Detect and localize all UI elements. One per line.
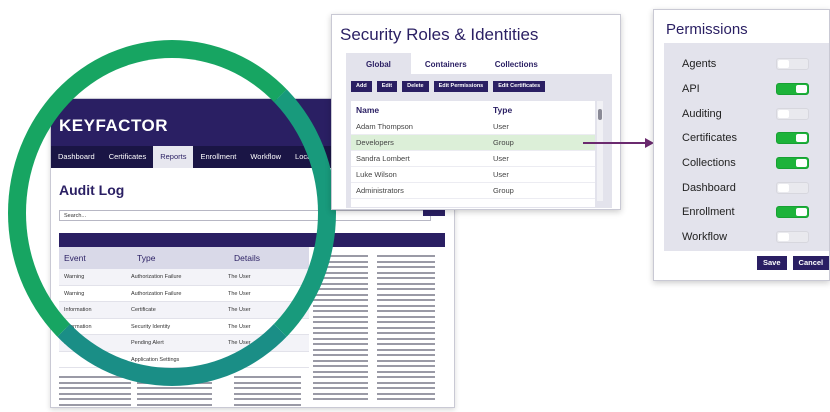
name-cell: Sandra Lombert	[356, 154, 410, 163]
roles-panel: Add Edit Delete Edit Permissions Edit Ce…	[346, 74, 612, 208]
name-cell: Adam Thompson	[356, 122, 413, 131]
type-cell: Group	[493, 186, 514, 195]
permission-row-workflow: Workflow	[664, 225, 829, 250]
collections-toggle[interactable]	[776, 157, 809, 170]
permission-row-enrollment: Enrollment	[664, 200, 829, 225]
roles-toolbar: Add Edit Delete Edit Permissions Edit Ce…	[351, 81, 546, 92]
permission-label: Enrollment	[682, 206, 735, 219]
table-row[interactable]: Administrators Group	[351, 183, 595, 199]
save-button[interactable]: Save	[757, 256, 787, 270]
name-cell: Developers	[356, 138, 394, 147]
placeholder-lines-left	[59, 376, 131, 407]
cancel-button[interactable]: Cancel	[792, 256, 829, 270]
column-type[interactable]: Type	[493, 101, 583, 119]
permissions-window: Permissions Agents API Auditing Certific…	[653, 9, 830, 281]
type-cell: User	[493, 122, 509, 131]
agents-toggle[interactable]	[776, 58, 809, 71]
permission-label: Dashboard	[682, 181, 736, 194]
permission-label: Collections	[682, 157, 736, 170]
scroll-thumb[interactable]	[598, 109, 602, 120]
type-cell: User	[493, 154, 509, 163]
search-button[interactable]	[423, 209, 445, 216]
connector-arrow-line	[583, 142, 645, 144]
table-row[interactable]: Sandra Lombert User	[351, 151, 595, 167]
delete-button[interactable]: Delete	[402, 81, 429, 92]
window-title: Security Roles & Identities	[340, 25, 539, 44]
column-name[interactable]: Name	[351, 101, 493, 119]
table-row[interactable]: Luke Wilson User	[351, 167, 595, 183]
name-cell: Luke Wilson	[356, 170, 397, 179]
tab-containers[interactable]: Containers	[411, 53, 481, 74]
type-cell: Group	[493, 138, 514, 147]
permission-row-collections: Collections	[664, 151, 829, 176]
tab-global[interactable]: Global	[346, 53, 411, 74]
permission-label: Agents	[682, 58, 717, 71]
roles-scrollbar[interactable]	[597, 101, 603, 201]
add-button[interactable]: Add	[351, 81, 372, 92]
permission-label: Certificates	[682, 132, 738, 145]
permissions-actions: Save Cancel	[757, 256, 829, 270]
permission-row-dashboard: Dashboard	[664, 175, 829, 200]
enrollment-toggle[interactable]	[776, 206, 809, 219]
type-cell: User	[493, 170, 509, 179]
name-cell: Administrators	[356, 186, 404, 195]
dashboard-toggle[interactable]	[776, 181, 809, 194]
highlight-ring	[8, 40, 336, 386]
roles-table-header: Name Type	[351, 101, 595, 119]
permission-row-api: API	[664, 77, 829, 102]
permissions-list: Agents API Auditing Certificates Collect…	[664, 43, 829, 251]
placeholder-lines-details	[234, 376, 301, 407]
edit-button[interactable]: Edit	[376, 81, 398, 92]
table-row[interactable]: Adam Thompson User	[351, 119, 595, 135]
security-roles-window: Security Roles & Identities Global Conta…	[331, 14, 621, 210]
certificates-toggle[interactable]	[776, 132, 809, 145]
permission-row-auditing: Auditing	[664, 101, 829, 126]
api-toggle[interactable]	[776, 83, 809, 96]
tab-collections[interactable]: Collections	[481, 53, 552, 74]
permission-label: API	[682, 83, 700, 96]
permission-row-certificates: Certificates	[664, 126, 829, 151]
workflow-toggle[interactable]	[776, 231, 809, 244]
edit-certificates-button[interactable]: Edit Certificates	[493, 81, 546, 92]
table-row-selected[interactable]: Developers Group	[351, 135, 595, 151]
permission-row-agents: Agents	[664, 52, 829, 77]
window-title: Permissions	[666, 21, 748, 38]
roles-table: Name Type Adam Thompson User Developers …	[351, 101, 595, 207]
permission-label: Workflow	[682, 231, 728, 244]
roles-tab-bar: Global Containers Collections	[346, 53, 552, 74]
permission-label: Auditing	[682, 107, 722, 120]
edit-permissions-button[interactable]: Edit Permissions	[433, 81, 489, 92]
placeholder-lines-col5	[377, 255, 435, 404]
auditing-toggle[interactable]	[776, 107, 809, 120]
